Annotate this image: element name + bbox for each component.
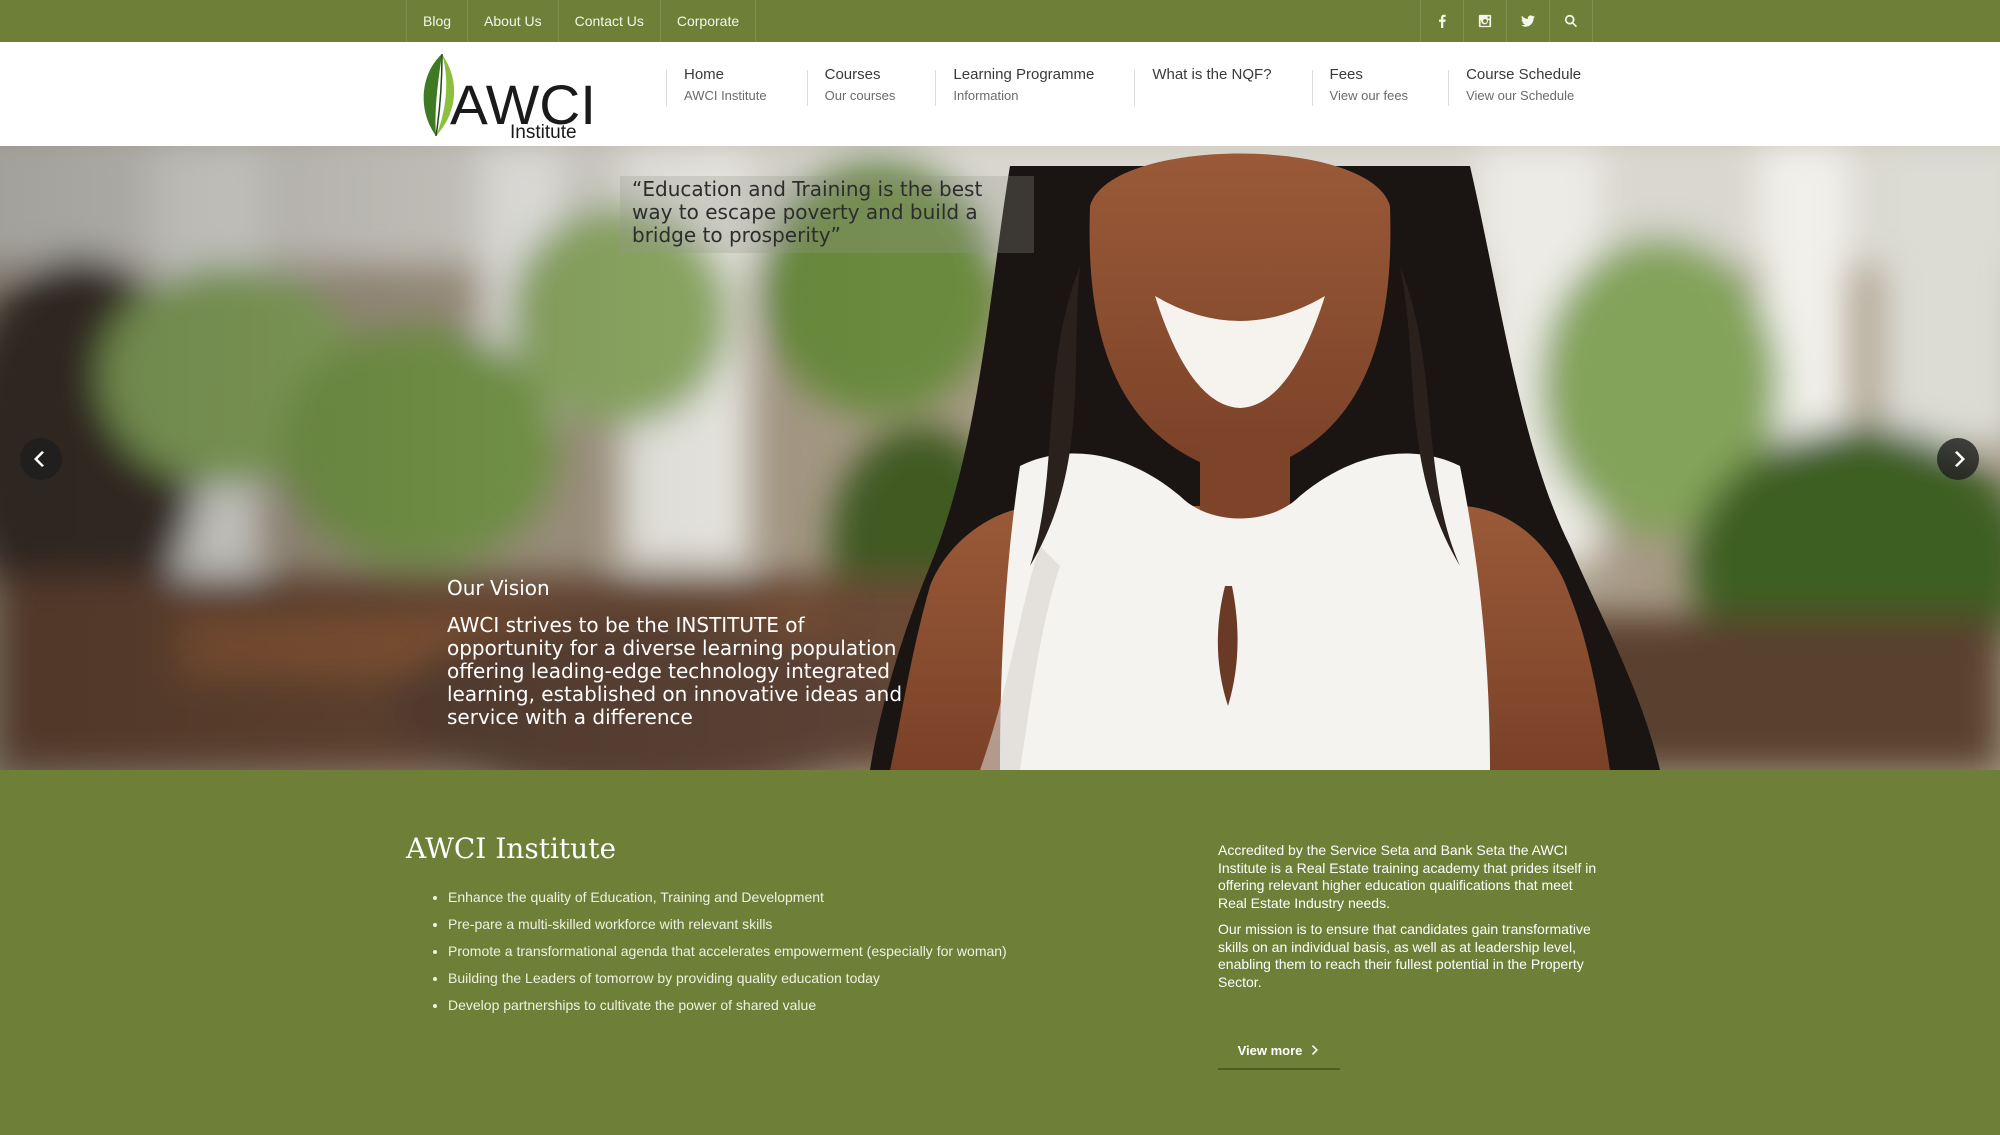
nav-fees-title: Fees [1329, 66, 1363, 83]
mission-paragraph: Our mission is to ensure that candidates… [1218, 921, 1591, 990]
list-item: Enhance the quality of Education, Traini… [448, 888, 1007, 915]
hero-quote: “Education and Training is the best way … [620, 176, 1034, 253]
view-more-button[interactable]: View more [1218, 1032, 1340, 1070]
nav-item-course-schedule[interactable]: Course Schedule View our Schedule [1448, 66, 1581, 106]
accreditation-text: Accredited by the Service Seta and Bank … [1218, 842, 1600, 1000]
goals-list: Enhance the quality of Education, Traini… [406, 888, 1007, 1023]
nav-nqf-title: What is the NQF? [1152, 66, 1272, 83]
main-nav: Home AWCI Institute Courses Our courses … [666, 66, 1621, 106]
nav-learning-subtitle: Information [953, 88, 1019, 103]
nav-fees-subtitle: View our fees [1329, 88, 1409, 103]
top-link-about-us[interactable]: About Us [468, 0, 559, 42]
twitter-icon[interactable] [1507, 0, 1550, 42]
nav-item-learning-programme[interactable]: Learning Programme Information [935, 66, 1094, 106]
vision-text: AWCI strives to be the INSTITUTE of oppo… [447, 613, 903, 729]
nav-item-courses[interactable]: Courses Our courses [806, 66, 896, 106]
slider-next-button[interactable] [1937, 438, 1979, 480]
vision-block: Our Vision AWCI strives to be the INSTIT… [447, 576, 907, 729]
nav-item-fees[interactable]: Fees View our fees [1311, 66, 1409, 106]
top-links: Blog About Us Contact Us Corporate [406, 0, 757, 42]
top-link-blog[interactable]: Blog [407, 0, 469, 42]
hero-slider: “Education and Training is the best way … [0, 146, 2000, 770]
chevron-right-icon [1955, 451, 1965, 467]
view-more-label: View more [1237, 1042, 1303, 1058]
nav-learning-title: Learning Programme [953, 66, 1095, 83]
nav-courses-title: Courses [824, 66, 881, 83]
list-item: Building the Leaders of tomorrow by prov… [448, 969, 1007, 996]
chevron-right-icon [1312, 1045, 1319, 1055]
logo-subtitle: Institute [510, 122, 577, 142]
nav-schedule-title: Course Schedule [1466, 66, 1582, 83]
nav-item-nqf[interactable]: What is the NQF? [1134, 66, 1272, 106]
slider-prev-button[interactable] [20, 438, 62, 480]
chevron-left-icon [34, 451, 44, 467]
facebook-icon[interactable] [1421, 0, 1464, 42]
top-bar: Blog About Us Contact Us Corporate [0, 0, 2000, 42]
search-icon[interactable] [1550, 0, 1593, 42]
list-item: Promote a transformational agenda that a… [448, 942, 1007, 969]
nav-item-home[interactable]: Home AWCI Institute [666, 66, 767, 106]
nav-home-title: Home [684, 66, 725, 83]
vision-title: Our Vision [447, 576, 550, 600]
list-item: Pre-pare a multi-skilled workforce with … [448, 915, 1007, 942]
nav-schedule-subtitle: View our Schedule [1466, 88, 1575, 103]
social-icons [1420, 0, 1593, 42]
site-logo[interactable]: AWCI Institute [404, 50, 604, 143]
about-section: AWCI Institute Enhance the quality of Ed… [0, 770, 2000, 1135]
instagram-icon[interactable] [1464, 0, 1507, 42]
section-title: AWCI Institute [406, 832, 617, 865]
accreditation-paragraph: Accredited by the Service Seta and Bank … [1218, 842, 1597, 911]
nav-home-subtitle: AWCI Institute [684, 88, 767, 103]
site-header: AWCI Institute Home AWCI Institute Cours… [0, 42, 2000, 146]
top-link-corporate[interactable]: Corporate [661, 0, 757, 42]
top-link-contact-us[interactable]: Contact Us [559, 0, 661, 42]
nav-courses-subtitle: Our courses [824, 88, 896, 103]
list-item: Develop partnerships to cultivate the po… [448, 996, 1007, 1023]
